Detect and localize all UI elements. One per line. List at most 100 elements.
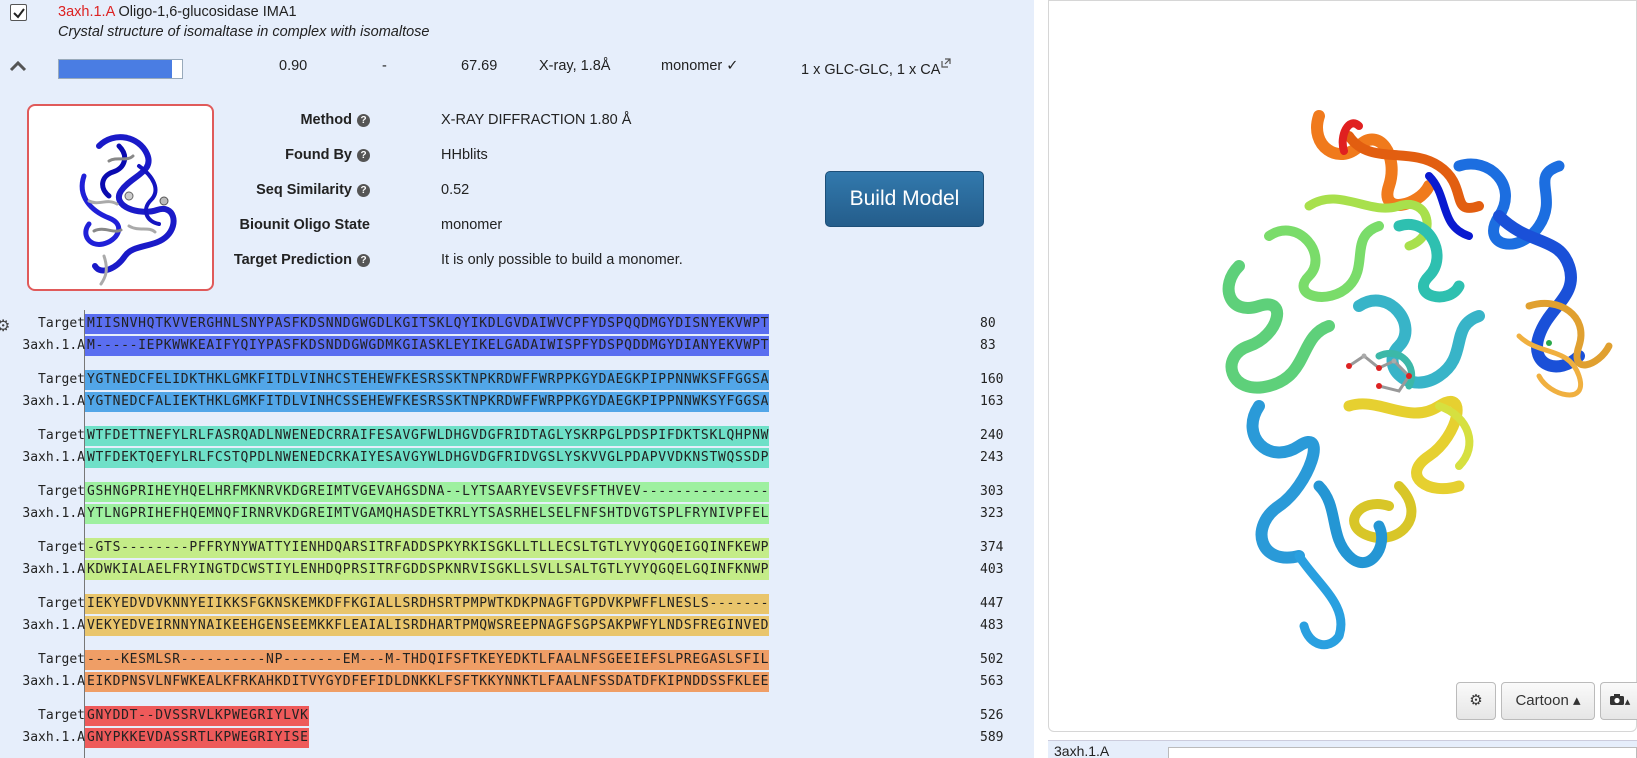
row-label: 3axh.1.A <box>22 338 85 353</box>
alignment-template-row: 3axh.1.A YTLNGPRIHEFHQEMNQFIRNRVKDGREIMTV… <box>0 504 1034 524</box>
residue-number: 483 <box>980 618 1004 633</box>
residue-number: 563 <box>980 674 1004 689</box>
alignment-template-row: 3axh.1.A KDWKIALAELFRYINGTDCWSTIYLENHDQPR… <box>0 560 1034 580</box>
row-label: Target <box>38 484 85 499</box>
target-sequence[interactable]: YGTNEDCFELIDKTHKLGMKFITDLVINHCSTEHEWFKES… <box>85 370 770 390</box>
help-icon[interactable]: ? <box>357 184 370 197</box>
help-icon[interactable]: ? <box>357 254 370 267</box>
help-icon[interactable]: ? <box>357 149 370 162</box>
alignment-template-row: 3axh.1.A YGTNEDCFALIEKTHKLGMKFITDLVINHCSS… <box>0 392 1034 412</box>
alignment-block: Target -GTS--------PFFRYNYWATTYIENHDQARSI… <box>0 538 1034 594</box>
oligo-state: monomer ✓ <box>661 58 739 74</box>
structure-thumbnail[interactable] <box>27 104 214 291</box>
target-sequence[interactable]: MIISNVHQTKVVERGHNLSNYPASFKDSNNDGWGDLKGIT… <box>85 314 770 334</box>
template-sequence[interactable]: WTFDEKTQEFYLRLFCSTQPDLNWENEDCRKAIYESAVGY… <box>85 448 770 468</box>
template-description: Crystal structure of isomaltase in compl… <box>58 24 430 40</box>
ligands-text: 1 x GLC-GLC, 1 x CA <box>801 62 941 78</box>
template-sequence[interactable]: YGTNEDCFALIEKTHKLGMKFITDLVINHCSSEHEWFKES… <box>85 392 770 412</box>
alignment-template-row: 3axh.1.A VEKYEDVEIRNNYNAIKEEHGENSEEMKKFLE… <box>0 616 1034 636</box>
row-label: 3axh.1.A <box>22 730 85 745</box>
residue-number: 526 <box>980 708 1004 723</box>
row-label: 3axh.1.A <box>22 394 85 409</box>
viewer-chain-bar: 3axh.1.A <box>1048 740 1637 758</box>
build-model-button[interactable]: Build Model <box>825 171 984 227</box>
target-sequence[interactable]: -GTS--------PFFRYNYWATTYIENHDQARSITRFADD… <box>85 538 770 558</box>
row-label: Target <box>38 652 85 667</box>
coverage-fill <box>59 60 173 78</box>
identity-value: 67.69 <box>461 58 498 74</box>
target-prediction-label: Target Prediction <box>233 252 352 268</box>
alignment-target-row: Target YGTNEDCFELIDKTHKLGMKFITDLVINHCSTEH… <box>0 370 1034 390</box>
residue-number: 160 <box>980 372 1004 387</box>
screenshot-button[interactable]: ▴ <box>1600 682 1637 720</box>
residue-number: 243 <box>980 450 1004 465</box>
biounit-label: Biounit Oligo State <box>239 217 371 233</box>
row-label: Target <box>38 372 85 387</box>
qmean-value: - <box>382 58 387 74</box>
alignment-target-row: Target MIISNVHQTKVVERGHNLSNYPASFKDSNNDGWG… <box>0 314 1034 334</box>
gear-icon: ⚙ <box>1469 692 1483 709</box>
help-icon[interactable]: ? <box>357 114 370 127</box>
row-label: 3axh.1.A <box>22 506 85 521</box>
residue-number: 83 <box>980 338 996 353</box>
alignment-target-row: Target IEKYEDVDVKNNYEIIKKSFGKNSKEMKDFFKGI… <box>0 594 1034 614</box>
target-sequence[interactable]: ----KESMLSR----------NP-------EM---M-THD… <box>85 650 770 670</box>
detail-method: Method? X-RAY DIFFRACTION 1.80 Å <box>230 112 790 134</box>
template-sequence[interactable]: GNYPKKEVDASSRTLKPWEGRIYISE <box>85 728 309 748</box>
target-sequence[interactable]: GSHNGPRIHEYHQELHRFMKNRVKDGREIMTVGEVAHGSD… <box>85 482 770 502</box>
ligands[interactable]: 1 x GLC-GLC, 1 x CA <box>801 58 952 78</box>
residue-number: 589 <box>980 730 1004 745</box>
gmqe-value: 0.90 <box>279 58 308 74</box>
style-select-button[interactable]: Cartoon ▴ <box>1501 682 1595 720</box>
check-icon <box>13 8 25 19</box>
detail-biounit: Biounit Oligo State monomer <box>230 217 790 239</box>
3d-structure-viewer[interactable] <box>1199 106 1619 666</box>
alignment-template-row: 3axh.1.A M-----IEPKWWKEAIFYQIYPASFKDSNDDG… <box>0 336 1034 356</box>
biounit-value: monomer <box>441 217 503 233</box>
residue-number: 502 <box>980 652 1004 667</box>
seq-similarity-value: 0.52 <box>441 182 470 198</box>
coverage-bar <box>58 59 183 79</box>
target-sequence[interactable]: GNYDDT--DVSSRVLKPWEGRIYLVK <box>85 706 309 726</box>
alignment-block: Target YGTNEDCFELIDKTHKLGMKFITDLVINHCSTEH… <box>0 370 1034 426</box>
row-label: 3axh.1.A <box>22 562 85 577</box>
row-label: 3axh.1.A <box>22 618 85 633</box>
alignment-block: Target IEKYEDVDVKNNYEIIKKSFGKNSKEMKDFFKGI… <box>0 594 1034 650</box>
alignment-target-row: Target ----KESMLSR----------NP-------EM--… <box>0 650 1034 670</box>
style-label: Cartoon <box>1515 692 1569 709</box>
template-checkbox[interactable] <box>10 4 27 21</box>
sequence-alignment: Target MIISNVHQTKVVERGHNLSNYPASFKDSNNDGWG… <box>0 314 1034 758</box>
structure-viewer-panel: ⚙ Cartoon ▴ ▴ <box>1048 0 1637 732</box>
row-label: Target <box>38 316 85 331</box>
template-sequence[interactable]: M-----IEPKWWKEAIFYQIYPASFKDSNDDGWGDMKGIA… <box>85 336 770 356</box>
alignment-target-row: Target GSHNGPRIHEYHQELHRFMKNRVKDGREIMTVGE… <box>0 482 1034 502</box>
alignment-template-row: 3axh.1.A WTFDEKTQEFYLRLFCSTQPDLNWENEDCRKA… <box>0 448 1034 468</box>
template-sequence[interactable]: VEKYEDVEIRNNYNAIKEEHGENSEEMKKFLEAIALISRD… <box>85 616 770 636</box>
template-pdb-id[interactable]: 3axh.1.A <box>58 4 114 20</box>
chain-label: 3axh.1.A <box>1054 743 1110 758</box>
residue-number: 323 <box>980 506 1004 521</box>
method-short: X-ray, 1.8Å <box>539 58 611 74</box>
template-title: 3axh.1.A Oligo-1,6-glucosidase IMA1 <box>58 4 297 20</box>
target-sequence[interactable]: IEKYEDVDVKNNYEIIKKSFGKNSKEMKDFFKGIALLSRD… <box>85 594 770 614</box>
row-label: Target <box>38 428 85 443</box>
target-prediction-value: It is only possible to build a monomer. <box>441 252 683 268</box>
detail-seq-similarity: Seq Similarity? 0.52 <box>230 182 790 204</box>
alignment-block: Target WTFDETTNEFYLRLFASRQADLNWENEDCRRAIF… <box>0 426 1034 482</box>
row-label: 3axh.1.A <box>22 450 85 465</box>
template-name: Oligo-1,6-glucosidase IMA1 <box>118 4 297 20</box>
alignment-block: Target GNYDDT--DVSSRVLKPWEGRIYLVK 526 3axh.… <box>0 706 1034 758</box>
collapse-chevron-up-icon[interactable] <box>9 59 27 73</box>
residue-number: 403 <box>980 562 1004 577</box>
detail-target-prediction: Target Prediction? It is only possible t… <box>230 252 790 274</box>
template-header: 3axh.1.A Oligo-1,6-glucosidase IMA1 Crys… <box>0 0 1034 45</box>
template-sequence[interactable]: YTLNGPRIHEFHQEMNQFIRNRVKDGREIMTVGAMQHASD… <box>85 504 770 524</box>
template-sequence[interactable]: KDWKIALAELFRYINGTDCWSTIYLENHDQPRSITRFGDD… <box>85 560 770 580</box>
chain-track[interactable] <box>1168 747 1637 758</box>
viewer-settings-button[interactable]: ⚙ <box>1456 682 1496 720</box>
residue-number: 447 <box>980 596 1004 611</box>
row-label: Target <box>38 596 85 611</box>
template-sequence[interactable]: EIKDPNSVLNFWKEALKFRKAHKDITVYGYDFEFIDLDNK… <box>85 672 770 692</box>
target-sequence[interactable]: WTFDETTNEFYLRLFASRQADLNWENEDCRRAIFESAVGF… <box>85 426 770 446</box>
alignment-block: Target ----KESMLSR----------NP-------EM--… <box>0 650 1034 706</box>
